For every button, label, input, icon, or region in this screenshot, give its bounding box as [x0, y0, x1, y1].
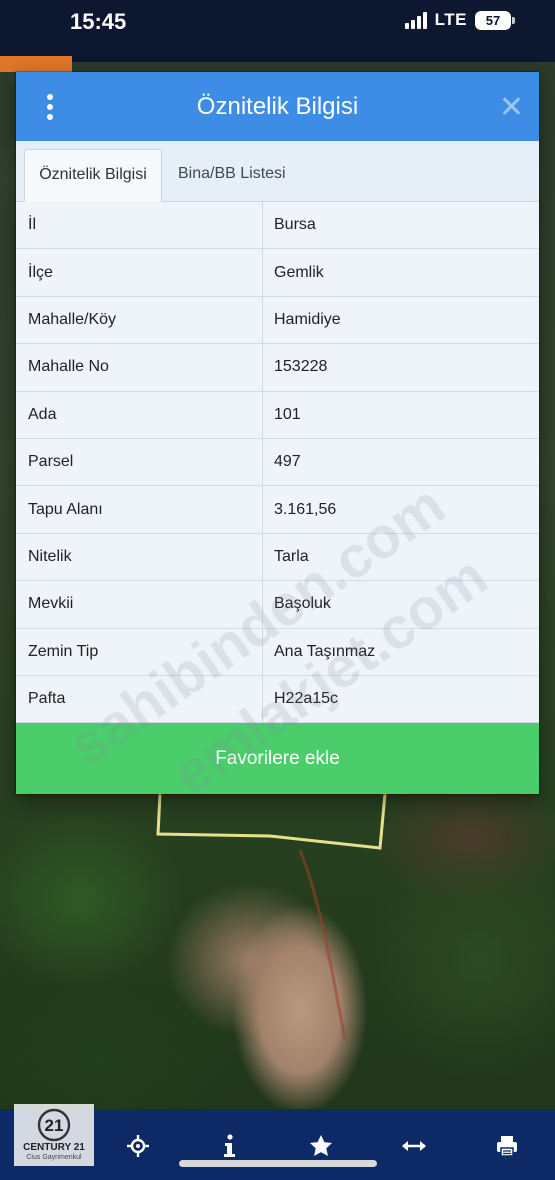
attr-value-mahalle-no: 153228 — [274, 358, 328, 376]
attr-key-tapu-alani: Tapu Alanı — [16, 486, 263, 533]
attr-key-il: İl — [16, 202, 263, 249]
info-icon[interactable] — [214, 1131, 244, 1161]
status-bar: 15:45 LTE 57 — [0, 0, 555, 48]
status-time: 15:45 — [70, 9, 127, 34]
more-options-icon[interactable] — [42, 94, 58, 120]
print-icon[interactable] — [492, 1131, 522, 1161]
table-row: Mevkii Başoluk — [16, 581, 539, 629]
attr-key-mahalle: Mahalle/Köy — [16, 296, 263, 344]
attr-key-pafta: Pafta — [16, 675, 263, 723]
attr-value-tapu-alani: 3.161,56 — [274, 500, 337, 518]
table-row: Ada 101 — [16, 391, 539, 439]
table-row: Pafta H22a15c — [16, 675, 539, 724]
dialog-title: Öznitelik Bilgisi — [196, 93, 359, 120]
star-icon[interactable] — [306, 1131, 336, 1161]
tab-attribute-info[interactable]: Öznitelik Bilgisi — [24, 149, 162, 202]
attr-value-ilce: Gemlik — [274, 263, 324, 281]
attr-value-pafta: H22a15c — [274, 690, 339, 708]
table-row: İl Bursa — [16, 202, 539, 250]
dialog-header: Öznitelik Bilgisi — [16, 72, 539, 141]
logo-name: CENTURY 21 — [23, 1142, 85, 1153]
battery-icon: 57 — [475, 10, 515, 30]
locate-icon[interactable] — [123, 1131, 153, 1161]
close-icon[interactable] — [501, 96, 521, 116]
table-row: Tapu Alanı 3.161,56 — [16, 486, 539, 534]
attr-value-nitelik: Tarla — [274, 547, 309, 565]
attr-value-parsel: 497 — [274, 453, 301, 471]
table-row: Parsel 497 — [16, 438, 539, 487]
home-indicator[interactable] — [179, 1160, 377, 1167]
century21-seal-icon: 21 — [37, 1108, 71, 1142]
network-label: LTE — [434, 10, 467, 29]
logo-subtitle: Cius Gayrimenkul — [26, 1154, 82, 1161]
attribute-dialog: Öznitelik Bilgisi Öznitelik Bilgisi Bina… — [16, 72, 539, 808]
tab-bar: Öznitelik Bilgisi Bina/BB Listesi — [16, 141, 539, 202]
attr-value-il: Bursa — [274, 216, 316, 234]
measure-icon[interactable] — [399, 1131, 429, 1161]
attr-key-mahalle-no: Mahalle No — [16, 344, 263, 391]
table-row: Mahalle No 153228 — [16, 344, 539, 392]
table-row: Mahalle/Köy Hamidiye — [16, 296, 539, 345]
brand-logo: 21 CENTURY 21 Cius Gayrimenkul — [14, 1104, 94, 1166]
attribute-table: İl Bursa İlçe Gemlik Mahalle/Köy Hamidiy… — [16, 202, 539, 724]
attr-key-parsel: Parsel — [16, 438, 263, 486]
attr-key-ilce: İlçe — [16, 249, 263, 296]
attr-key-mevkii: Mevkii — [16, 581, 263, 628]
status-indicators: LTE 57 — [404, 10, 515, 30]
table-row: Zemin Tip Ana Taşınmaz — [16, 628, 539, 676]
add-favorite-button[interactable]: Favorilere ekle — [16, 723, 539, 794]
attr-key-ada: Ada — [16, 391, 263, 438]
tab-building-list[interactable]: Bina/BB Listesi — [178, 149, 286, 202]
attr-key-zemin-tip: Zemin Tip — [16, 628, 263, 675]
signal-icon — [404, 11, 427, 29]
attr-value-zemin-tip: Ana Taşınmaz — [274, 642, 376, 660]
attr-value-mahalle: Hamidiye — [274, 310, 341, 328]
logo-number: 21 — [45, 1116, 64, 1135]
attr-value-ada: 101 — [274, 405, 301, 423]
attr-value-mevkii: Başoluk — [274, 595, 331, 613]
attr-key-nitelik: Nitelik — [16, 533, 263, 581]
table-row: İlçe Gemlik — [16, 249, 539, 297]
table-row: Nitelik Tarla — [16, 533, 539, 582]
